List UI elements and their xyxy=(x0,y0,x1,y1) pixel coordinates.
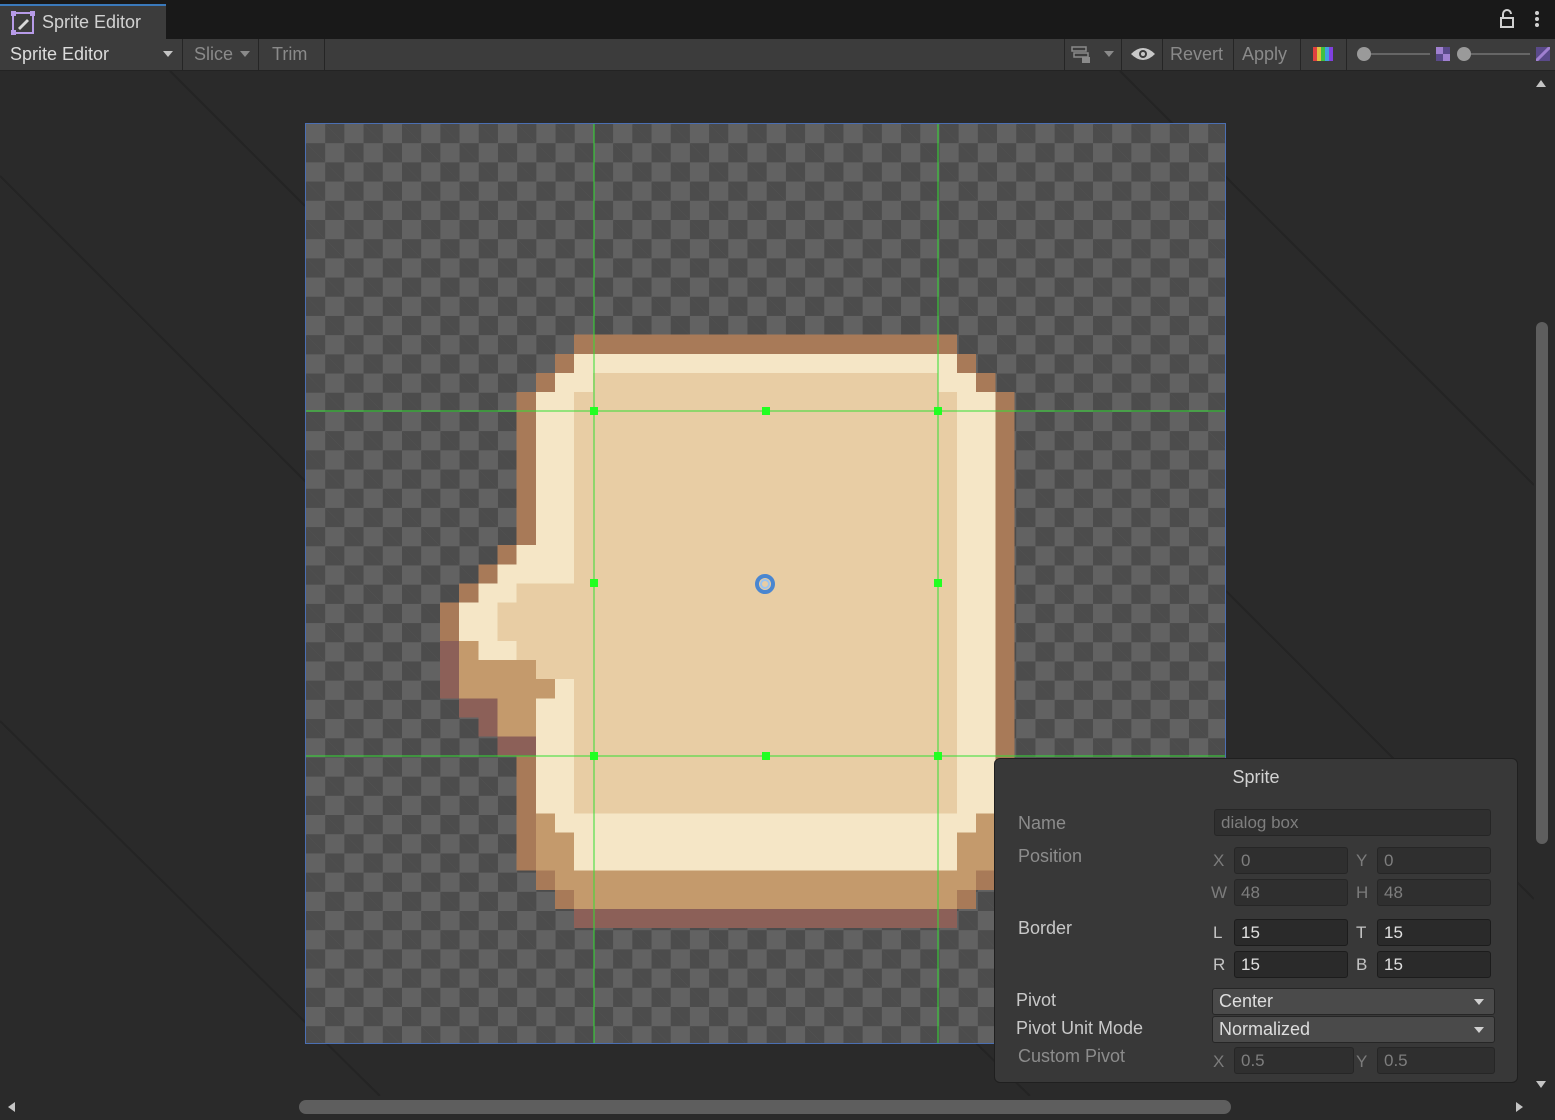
toolbar: Sprite Editor Slice Trim Revert Apply xyxy=(0,39,1555,71)
checker-small-icon xyxy=(1436,47,1450,61)
pivot-dropdown[interactable]: Center xyxy=(1212,988,1495,1015)
trim-label: Trim xyxy=(272,44,308,64)
custom-pivot-label: Custom Pivot xyxy=(1018,1046,1126,1066)
more-options-icon[interactable] xyxy=(1529,8,1545,30)
border-b-field[interactable]: 15 xyxy=(1377,951,1491,978)
height-label: H xyxy=(1356,883,1369,902)
border-handle-left xyxy=(590,579,598,587)
position-y-label: Y xyxy=(1356,851,1368,870)
chevron-down-icon xyxy=(1104,51,1114,57)
tab-sprite-editor[interactable]: Sprite Editor xyxy=(0,4,166,39)
border-handle-top xyxy=(762,407,770,415)
layers-icon xyxy=(1071,46,1090,63)
chevron-down-icon xyxy=(1474,999,1484,1005)
trim-button[interactable]: Trim xyxy=(272,39,322,70)
width-field[interactable]: 48 xyxy=(1234,879,1348,906)
tab-title: Sprite Editor xyxy=(42,12,142,32)
checker-large-icon xyxy=(1536,47,1550,61)
pivot-unit-mode-label: Pivot Unit Mode xyxy=(1016,1018,1144,1038)
chevron-down-icon xyxy=(1474,1027,1484,1033)
scroll-up-icon[interactable] xyxy=(1536,80,1546,87)
rgb-icon xyxy=(1313,47,1333,61)
border-l-field[interactable]: 15 xyxy=(1234,919,1348,946)
zoom-slider[interactable] xyxy=(1356,39,1434,70)
pivot-handle xyxy=(755,574,775,594)
name-label: Name xyxy=(1018,813,1067,833)
lock-icon[interactable] xyxy=(1499,8,1515,30)
overlay-dropdown[interactable] xyxy=(1068,39,1120,70)
border-r-field[interactable]: 15 xyxy=(1234,951,1348,978)
custom-pivot-x-field[interactable]: 0.5 xyxy=(1234,1047,1354,1074)
border-t-field[interactable]: 15 xyxy=(1377,919,1491,946)
pivot-dropdown-value: Center xyxy=(1219,991,1274,1011)
color-channel-toggle[interactable] xyxy=(1304,39,1344,70)
pivot-unit-mode-value: Normalized xyxy=(1219,1019,1311,1039)
apply-label: Apply xyxy=(1242,44,1288,64)
border-handle-right xyxy=(934,579,942,587)
chevron-down-icon xyxy=(240,51,250,57)
vertical-scroll-thumb[interactable] xyxy=(1536,322,1548,844)
scroll-right-icon[interactable] xyxy=(1516,1102,1523,1112)
position-x-label: X xyxy=(1213,851,1225,870)
revert-label: Revert xyxy=(1170,44,1224,64)
position-y-field[interactable]: 0 xyxy=(1377,847,1491,874)
eye-icon xyxy=(1131,48,1155,60)
border-handle-bottom xyxy=(762,752,770,760)
border-handle-bottom-left xyxy=(590,752,598,760)
mode-dropdown-label: Sprite Editor xyxy=(10,44,110,64)
border-handle-bottom-right xyxy=(934,752,942,760)
mip-slider-handle[interactable] xyxy=(1457,47,1471,61)
border-t-label: T xyxy=(1356,923,1367,942)
pivot-label: Pivot xyxy=(1016,990,1057,1010)
mode-dropdown[interactable]: Sprite Editor xyxy=(0,39,182,70)
slice-dropdown[interactable]: Slice xyxy=(194,39,256,70)
border-handle-top-right xyxy=(934,407,942,415)
border-handle-top-left xyxy=(590,407,598,415)
sprite-editor-icon xyxy=(11,10,35,35)
panel-title: Sprite xyxy=(1232,767,1280,787)
custom-pivot-y-label: Y xyxy=(1356,1052,1368,1071)
chevron-down-icon xyxy=(163,51,173,57)
border-b-label: B xyxy=(1356,955,1368,974)
zoom-slider-handle[interactable] xyxy=(1357,47,1371,61)
visibility-toggle[interactable] xyxy=(1126,39,1160,70)
revert-button[interactable]: Revert xyxy=(1170,39,1230,70)
width-label: W xyxy=(1211,883,1228,902)
horizontal-scroll-thumb[interactable] xyxy=(299,1100,1231,1114)
border-r-label: R xyxy=(1213,955,1226,974)
apply-button[interactable]: Apply xyxy=(1242,39,1298,70)
border-label: Border xyxy=(1018,918,1073,938)
slice-label: Slice xyxy=(194,44,234,64)
height-field[interactable]: 48 xyxy=(1377,879,1491,906)
scroll-down-icon[interactable] xyxy=(1536,1081,1546,1088)
tab-strip: Sprite Editor xyxy=(0,0,1555,39)
sprite-inspector-panel: Sprite Name dialog box Position X 0 Y 0 … xyxy=(994,758,1518,1083)
border-l-label: L xyxy=(1213,923,1223,942)
name-field[interactable]: dialog box xyxy=(1214,809,1491,836)
scroll-left-icon[interactable] xyxy=(8,1102,15,1112)
pivot-unit-mode-dropdown[interactable]: Normalized xyxy=(1212,1016,1495,1043)
mip-slider[interactable] xyxy=(1454,39,1534,70)
custom-pivot-y-field[interactable]: 0.5 xyxy=(1377,1047,1495,1074)
custom-pivot-x-label: X xyxy=(1213,1052,1225,1071)
position-label: Position xyxy=(1018,846,1083,866)
position-x-field[interactable]: 0 xyxy=(1234,847,1348,874)
